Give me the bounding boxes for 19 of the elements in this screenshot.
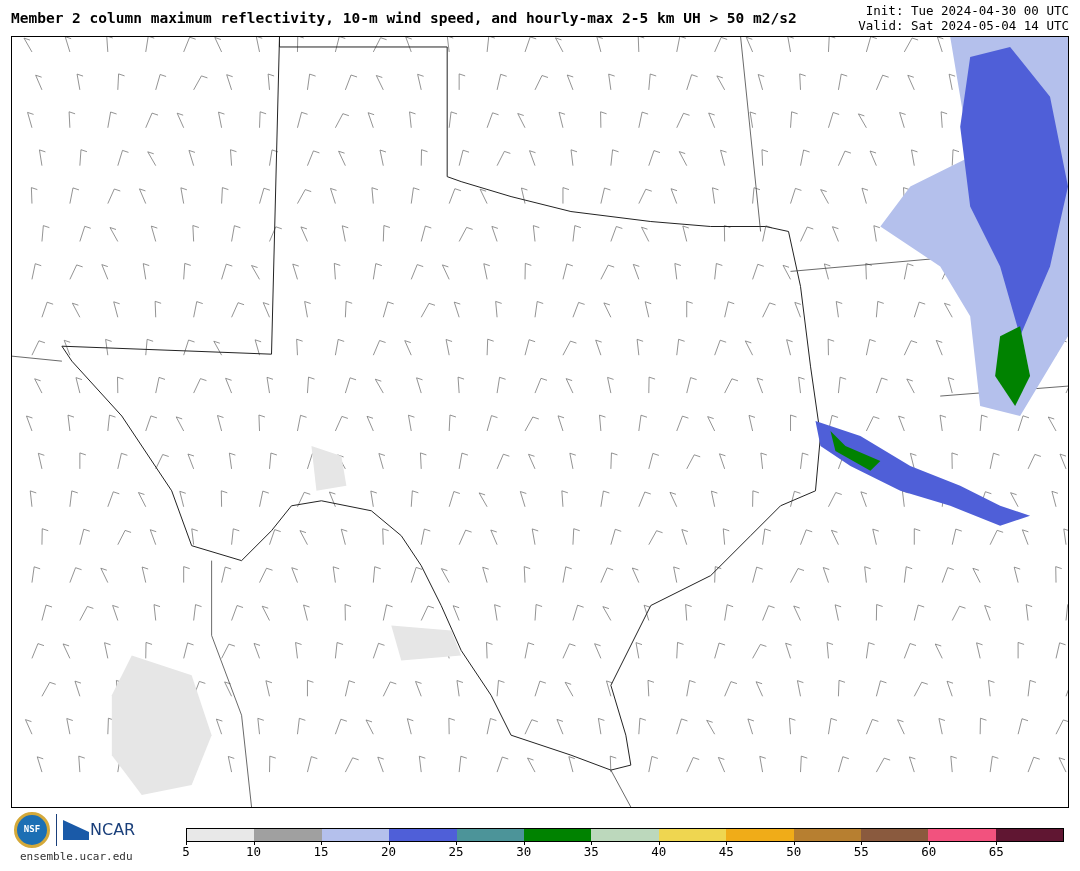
colorbar-tick-label: 65 [988, 846, 1004, 859]
colorbar-tick-label: 35 [583, 846, 599, 859]
init-time: Init: Tue 2024-04-30 00 UTC [865, 3, 1069, 18]
colorbar-tick-label: 45 [718, 846, 734, 859]
colorbar-tick-label: 10 [246, 846, 262, 859]
colorbar-tick-label: 50 [786, 846, 802, 859]
colorbar-tick-label: 25 [448, 846, 464, 859]
colorbar-tick-label: 40 [651, 846, 667, 859]
colorbar-tick-label: 55 [853, 846, 869, 859]
valid-time: Valid: Sat 2024-05-04 14 UTC [858, 18, 1069, 33]
map-title: Member 2 column maximum reflectivity, 10-m wind speed, and hourly-max 2-5 km UH > 50 m2/s2 [11, 11, 797, 26]
colorbar-tick-label: 30 [516, 846, 532, 859]
site-url: ensemble.ucar.edu [20, 849, 133, 865]
colorbar-tick-label: 20 [381, 846, 397, 859]
colorbar-tick-label: 5 [182, 846, 190, 859]
colorbar-tick-label: 15 [313, 846, 329, 859]
colorbar-tick-label: 60 [921, 846, 937, 859]
nsf-logo: NSF [14, 812, 50, 848]
ncar-logo: NCAR [63, 818, 136, 842]
